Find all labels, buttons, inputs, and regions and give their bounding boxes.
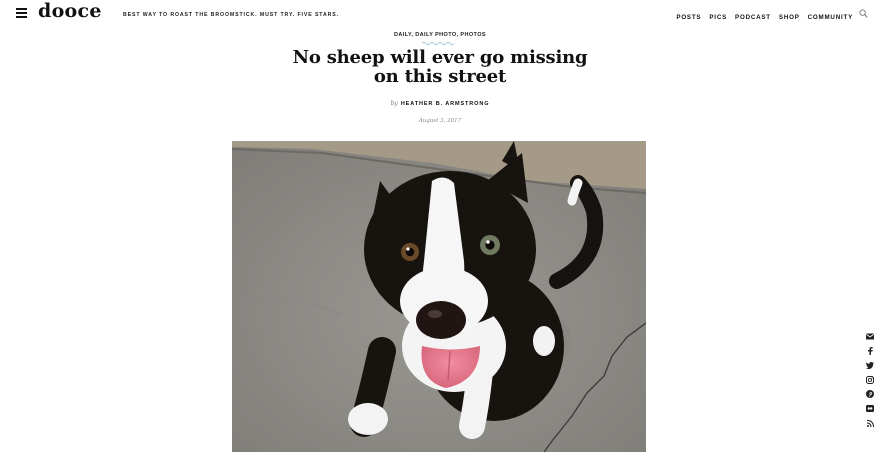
author-link[interactable]: HEATHER B. ARMSTRONG	[401, 101, 490, 107]
site-tagline: BEST WAY TO ROAST THE BROOMSTICK. MUST T…	[123, 12, 339, 18]
decorative-wave-divider	[422, 41, 454, 46]
nav-item-podcast[interactable]: PODCAST	[735, 14, 771, 21]
post-byline: by HEATHER B. ARMSTRONG	[0, 100, 880, 107]
email-icon[interactable]	[865, 331, 875, 341]
nav-item-shop[interactable]: SHOP	[779, 14, 800, 21]
post-photo	[232, 141, 646, 452]
category-link-daily-photo[interactable]: DAILY PHOTO	[415, 32, 456, 38]
nav-item-community[interactable]: COMMUNITY	[808, 14, 853, 21]
rss-icon[interactable]	[865, 418, 875, 428]
search-icon[interactable]	[859, 9, 868, 18]
social-share-bar	[865, 331, 875, 433]
post-title: No sheep will ever go missing on this st…	[292, 47, 588, 87]
post-categories: DAILY, DAILY PHOTO, PHOTOS	[0, 32, 880, 38]
twitter-icon[interactable]	[865, 360, 875, 370]
post-date: August 3, 2017	[418, 118, 462, 124]
facebook-icon[interactable]	[865, 346, 875, 356]
pinterest-icon[interactable]	[865, 389, 875, 399]
main-nav: POSTS PICS PODCAST SHOP COMMUNITY	[676, 14, 853, 21]
instagram-icon[interactable]	[865, 375, 875, 385]
puppy-photo-illustration	[232, 141, 646, 452]
flickr-icon[interactable]	[865, 404, 875, 414]
category-link-daily[interactable]: DAILY	[394, 32, 411, 38]
nav-item-posts[interactable]: POSTS	[676, 14, 701, 21]
nav-item-pics[interactable]: PICS	[709, 14, 727, 21]
byline-by-label: by	[390, 100, 398, 107]
category-link-photos[interactable]: PHOTOS	[460, 32, 486, 38]
site-header: dooce BEST WAY TO ROAST THE BROOMSTICK. …	[0, 0, 880, 30]
hamburger-menu-icon[interactable]	[16, 8, 27, 18]
site-logo[interactable]: dooce	[38, 0, 102, 22]
